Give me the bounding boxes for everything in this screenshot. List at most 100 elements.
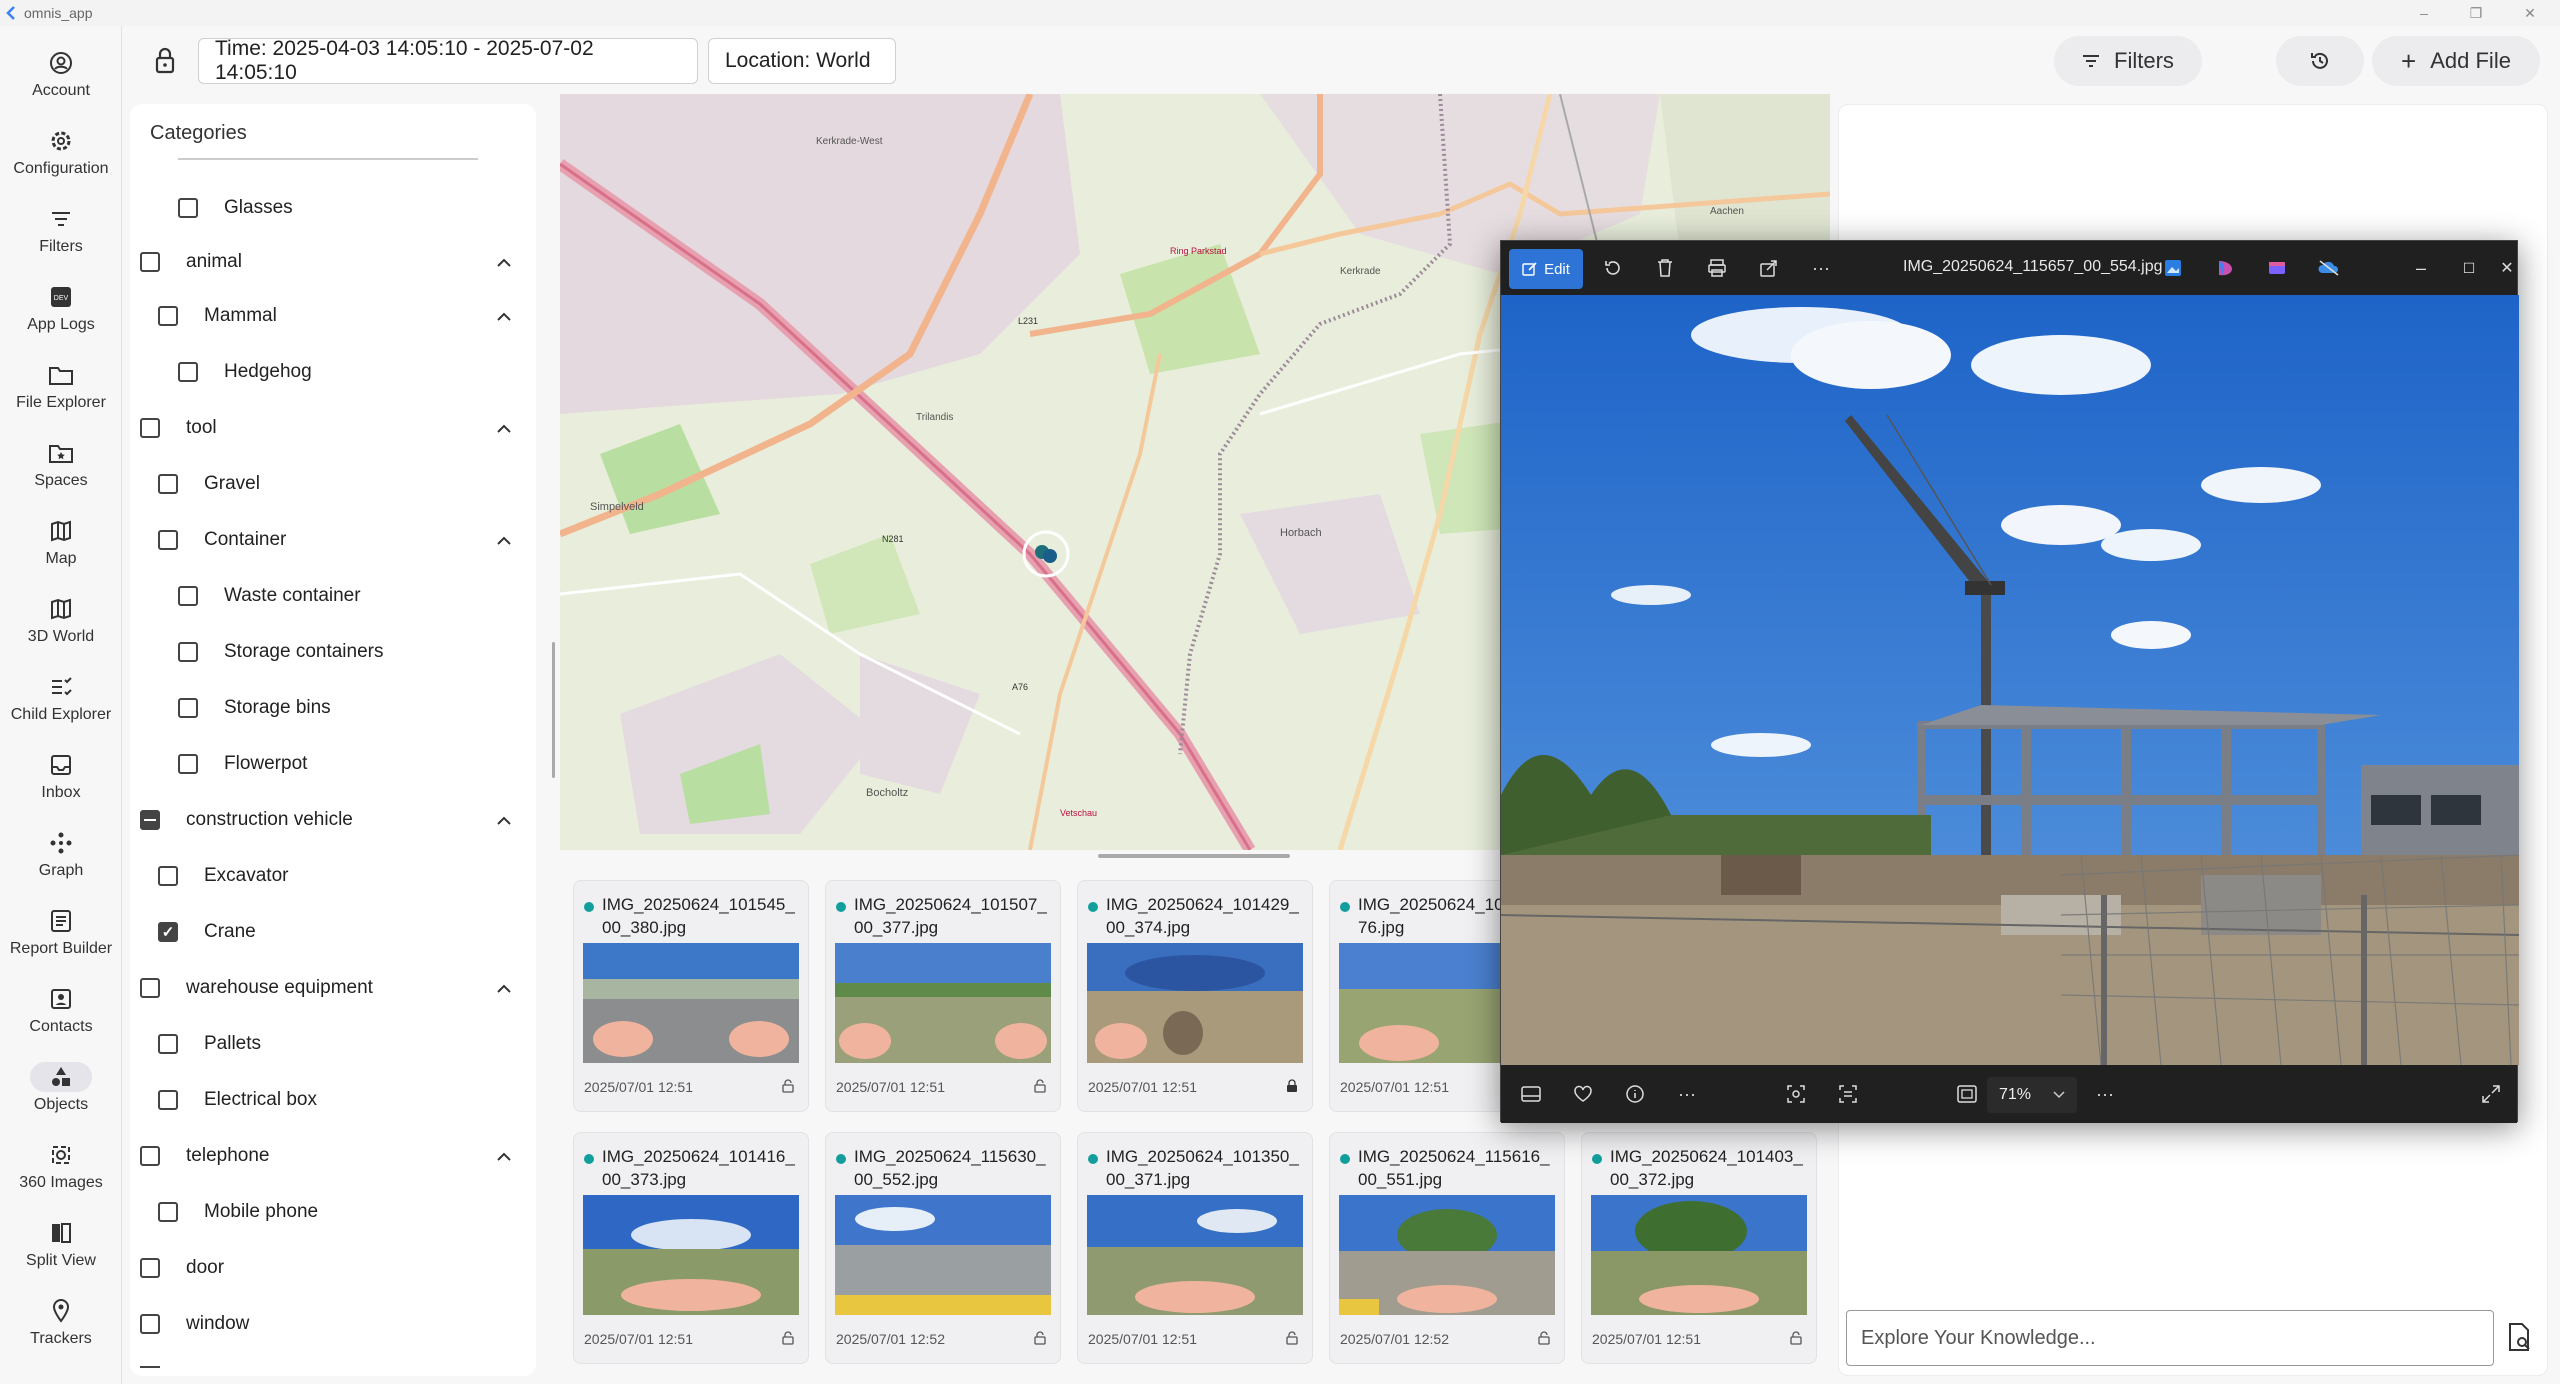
nav-trackers[interactable]: Trackers [0, 1286, 122, 1364]
checkbox[interactable] [178, 362, 198, 382]
chevron-up-icon[interactable] [494, 800, 514, 840]
zoom-dropdown[interactable]: 71% [1987, 1077, 2077, 1113]
nav-inbox[interactable]: Inbox [0, 740, 122, 818]
category-row[interactable]: Container [158, 520, 530, 560]
nav-contacts[interactable]: Contacts [0, 974, 122, 1052]
image-card[interactable]: IMG_20250624_101403_00_372.jpg 2025/07/0… [1581, 1132, 1817, 1364]
category-row[interactable]: tool [140, 408, 530, 448]
close-button[interactable]: ✕ [2506, 0, 2554, 26]
delete-icon[interactable] [1651, 254, 1679, 282]
checkbox[interactable] [140, 1146, 160, 1166]
category-row[interactable]: Storage containers [178, 632, 384, 672]
restore-button[interactable]: ❐ [2452, 0, 2500, 26]
location-filter-chip[interactable]: Location: World [708, 38, 896, 84]
checkbox[interactable] [178, 198, 198, 218]
checkbox[interactable] [158, 530, 178, 550]
nav-graph[interactable]: Graph [0, 818, 122, 896]
checkbox[interactable] [140, 1314, 160, 1334]
edit-button[interactable]: Edit [1509, 249, 1583, 289]
checkbox[interactable] [140, 418, 160, 438]
category-row[interactable]: Excavator [158, 856, 288, 896]
category-row[interactable]: Flowerpot [178, 744, 307, 784]
checkbox[interactable] [158, 474, 178, 494]
nav-split-view[interactable]: Split View [0, 1208, 122, 1286]
viewer-close-icon[interactable]: ✕ [2493, 254, 2521, 282]
category-row[interactable]: Storage bins [178, 688, 331, 728]
chevron-up-icon[interactable] [494, 408, 514, 448]
image-card[interactable]: IMG_20250624_101429_00_374.jpg 2025/07/0… [1077, 880, 1313, 1112]
chevron-up-icon[interactable] [494, 968, 514, 1008]
time-filter-chip[interactable]: Time: 2025-04-03 14:05:10 - 2025-07-02 1… [198, 37, 698, 84]
print-icon[interactable] [1703, 254, 1731, 282]
fit-screen-icon[interactable] [1953, 1080, 1981, 1108]
photos-app-icon[interactable] [2159, 254, 2187, 282]
viewer-photo[interactable] [1501, 295, 2519, 1065]
checkbox[interactable] [158, 1090, 178, 1110]
nav-360-images[interactable]: 360 Images [0, 1130, 122, 1208]
heart-icon[interactable] [1569, 1080, 1597, 1108]
nav-app-logs[interactable]: DEV App Logs [0, 272, 122, 350]
nav-file-explorer[interactable]: File Explorer [0, 350, 122, 428]
scan-text-icon[interactable] [1834, 1080, 1862, 1108]
image-card[interactable]: IMG_20250624_101350_00_371.jpg 2025/07/0… [1077, 1132, 1313, 1364]
checkbox-checked[interactable]: ✓ [158, 922, 178, 942]
category-row[interactable]: Mammal [158, 296, 530, 336]
map-scrollbar[interactable] [1098, 854, 1290, 858]
checkbox[interactable] [178, 586, 198, 606]
checkbox[interactable] [158, 1034, 178, 1054]
history-button[interactable] [2276, 36, 2364, 86]
category-row[interactable]: door [140, 1248, 224, 1288]
checkbox[interactable] [158, 866, 178, 886]
category-row[interactable]: animal [140, 242, 530, 282]
viewer-maximize-icon[interactable]: ☐ [2455, 254, 2483, 282]
chevron-up-icon[interactable] [494, 296, 514, 336]
checkbox[interactable] [178, 754, 198, 774]
viewer-minimize-icon[interactable]: – [2407, 254, 2435, 282]
checkbox[interactable] [158, 1202, 178, 1222]
chevron-up-icon[interactable] [494, 1136, 514, 1176]
more-icon[interactable]: ··· [1807, 254, 1835, 282]
filters-button[interactable]: Filters [2054, 36, 2202, 86]
image-card[interactable]: IMG_20250624_115630_00_552.jpg 2025/07/0… [825, 1132, 1061, 1364]
fullscreen-icon[interactable] [2477, 1080, 2505, 1108]
nav-account[interactable]: Account [0, 38, 122, 116]
nav-objects[interactable]: Objects [0, 1052, 122, 1130]
category-row[interactable]: ✓ Crane [158, 912, 256, 952]
checkbox[interactable] [140, 1258, 160, 1278]
image-card[interactable]: IMG_20250624_101507_00_377.jpg 2025/07/0… [825, 880, 1061, 1112]
category-row[interactable]: Waste container [178, 576, 361, 616]
categories-scrollbar[interactable] [552, 642, 555, 778]
nav-child-explorer[interactable]: Child Explorer [0, 662, 122, 740]
category-row[interactable]: telephone [140, 1136, 530, 1176]
chevron-up-icon[interactable] [494, 520, 514, 560]
minimize-button[interactable]: – [2400, 0, 2448, 26]
nav-spaces[interactable]: Spaces [0, 428, 122, 506]
category-row[interactable]: Electrical box [158, 1080, 317, 1120]
checkbox[interactable] [178, 642, 198, 662]
checkbox[interactable] [178, 698, 198, 718]
image-card[interactable]: IMG_20250624_115616_00_551.jpg 2025/07/0… [1329, 1132, 1565, 1364]
category-row[interactable]: Gravel [158, 464, 260, 504]
category-row[interactable]: Mobile phone [158, 1192, 318, 1232]
explore-input[interactable]: Explore Your Knowledge... [1846, 1310, 2494, 1366]
more-icon[interactable]: ··· [1673, 1080, 1701, 1108]
nav-3d-world[interactable]: 3D World [0, 584, 122, 662]
checkbox[interactable] [140, 978, 160, 998]
category-row[interactable]: Pallets [158, 1024, 261, 1064]
filmstrip-icon[interactable] [1517, 1080, 1545, 1108]
info-icon[interactable] [1621, 1080, 1649, 1108]
category-row[interactable]: warehouse equipment [140, 968, 530, 1008]
image-card[interactable]: IMG_20250624_101545_00_380.jpg 2025/07/0… [573, 880, 809, 1112]
nav-report-builder[interactable]: Report Builder [0, 896, 122, 974]
clipchamp-icon[interactable] [2263, 254, 2291, 282]
nav-configuration[interactable]: Configuration [0, 116, 122, 194]
checkbox[interactable] [158, 306, 178, 326]
category-row[interactable]: construction vehicle [140, 800, 530, 840]
document-search-icon[interactable] [2506, 1322, 2532, 1352]
checkbox-indeterminate[interactable] [140, 810, 160, 830]
category-row[interactable]: Glasses [178, 188, 293, 228]
share-icon[interactable] [1755, 254, 1783, 282]
nav-filters[interactable]: Filters [0, 194, 122, 272]
lock-icon[interactable] [150, 44, 180, 78]
more-icon[interactable]: ··· [2091, 1080, 2119, 1108]
